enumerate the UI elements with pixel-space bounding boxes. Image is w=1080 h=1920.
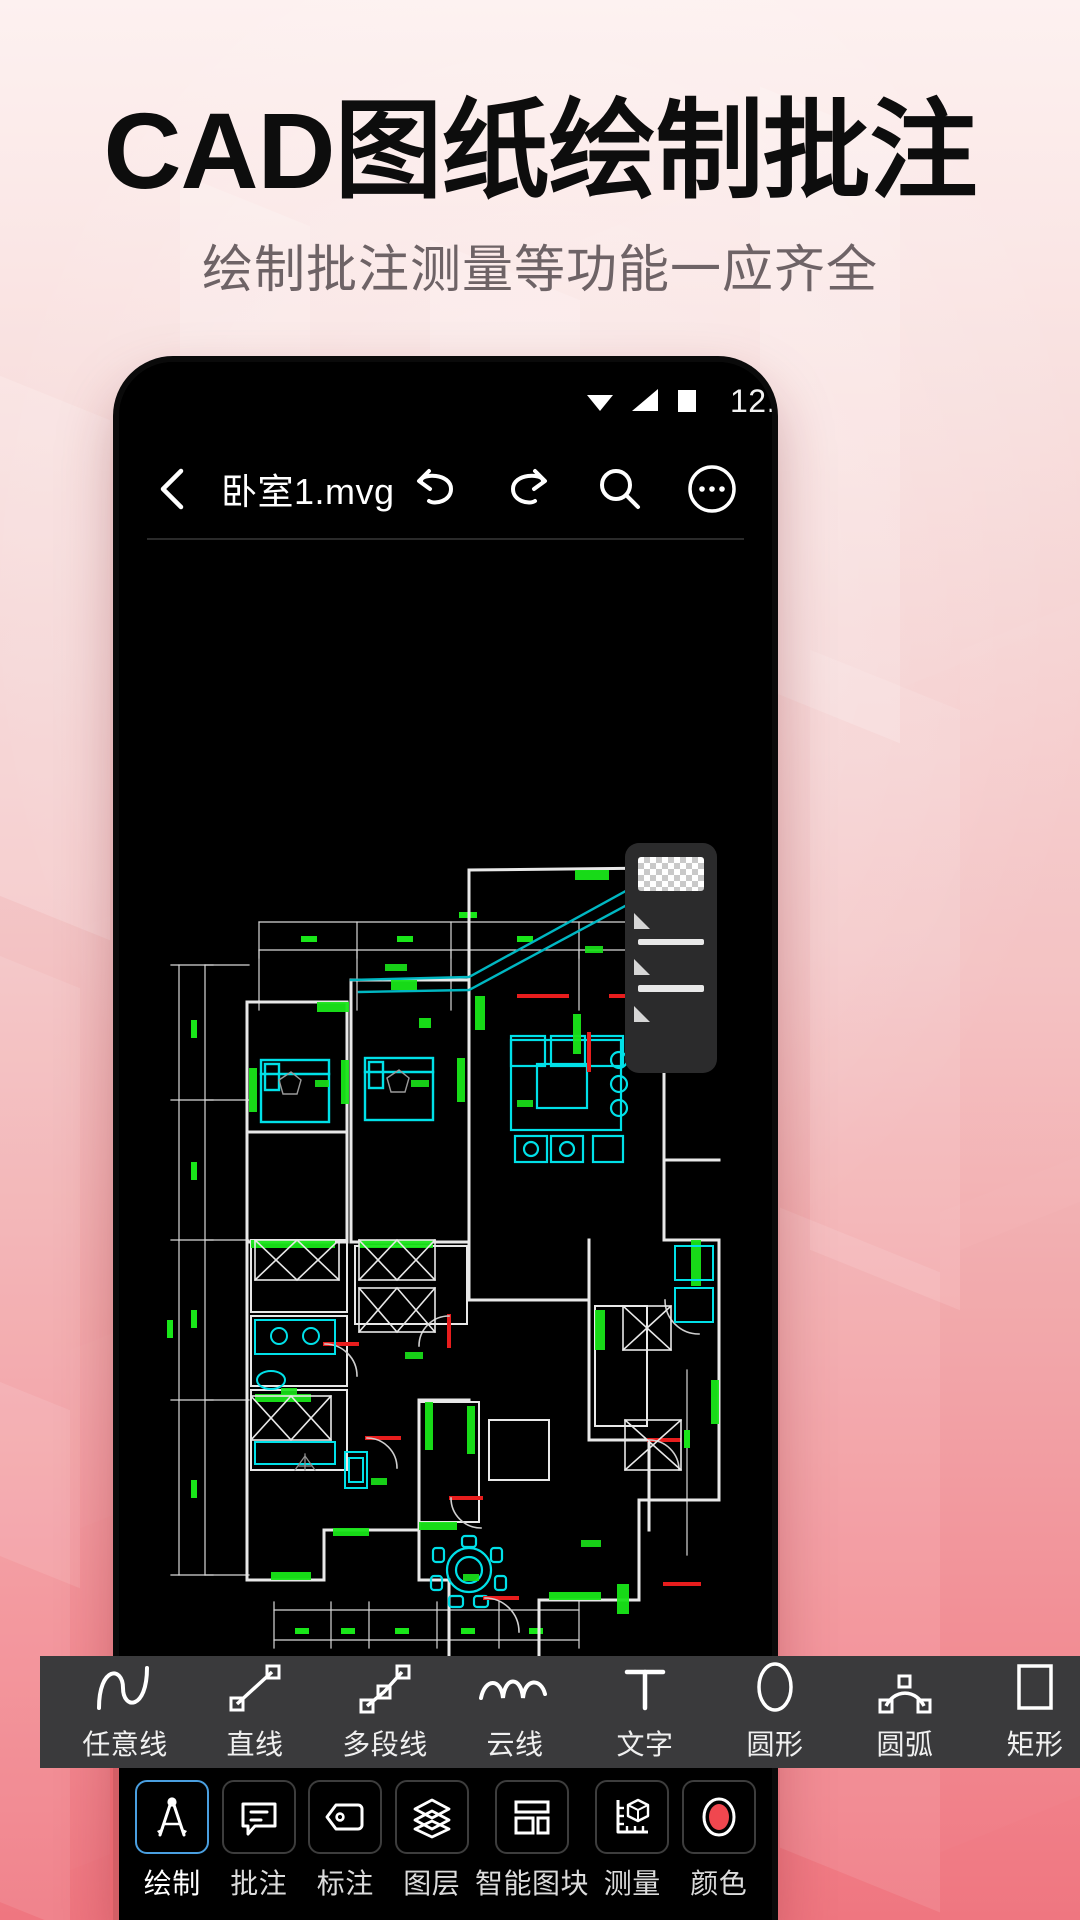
redo-icon: [510, 469, 547, 505]
lineweight-marker-icon: [634, 913, 650, 929]
lineweight-marker-icon: [634, 1006, 650, 1022]
nav-label: 图层: [403, 1868, 461, 1899]
compass-icon: [157, 1797, 188, 1837]
tool-label: 矩形: [1006, 1728, 1064, 1760]
polyline-icon: [354, 1662, 416, 1714]
tool-label: 多段线: [342, 1728, 428, 1760]
headline-block: CAD图纸绘制批注 绘制批注测量等功能一应齐全: [0, 90, 1080, 299]
nav-item-annotation[interactable]: 批注: [216, 1780, 303, 1902]
tool-circle[interactable]: 圆形: [710, 1661, 840, 1763]
nav-label: 测量: [603, 1868, 661, 1899]
lineweight-option-medium[interactable]: [638, 985, 704, 992]
app-bar: 卧室1.mvg: [119, 440, 772, 538]
nav-item-dimension[interactable]: 标注: [302, 1780, 389, 1902]
nav-item-layers[interactable]: 图层: [389, 1780, 476, 1902]
tool-label: 云线: [486, 1728, 544, 1760]
tool-label: 圆形: [746, 1728, 804, 1760]
text-icon: [617, 1662, 673, 1714]
measure-icon: [616, 1798, 650, 1834]
back-button[interactable]: [147, 463, 199, 515]
file-name-label: 卧室1.mvg: [221, 471, 395, 512]
comment-icon: [241, 1802, 277, 1836]
tool-text[interactable]: 文字: [580, 1662, 710, 1763]
nav-item-color[interactable]: 颜色: [676, 1780, 763, 1902]
nav-label: 颜色: [690, 1868, 748, 1899]
circle-icon: [749, 1661, 801, 1714]
freehand-line-icon: [89, 1662, 161, 1714]
battery-icon: [678, 390, 696, 412]
chevron-left-icon: [160, 468, 184, 510]
cad-canvas[interactable]: [119, 540, 772, 1720]
tag-icon: [325, 1803, 364, 1831]
signal-icon: [632, 389, 658, 411]
tool-label: 直线: [226, 1728, 284, 1760]
tool-freehand-line[interactable]: 任意线: [60, 1662, 190, 1763]
tool-straight-line[interactable]: 直线: [190, 1662, 320, 1763]
cad-drawing: [167, 866, 721, 1670]
nav-label: 批注: [230, 1868, 288, 1899]
nav-label: 智能图块: [475, 1868, 590, 1899]
layers-icon: [413, 1798, 451, 1839]
undo-icon: [417, 469, 454, 505]
lineweight-marker-icon: [634, 959, 650, 975]
arc-icon: [874, 1662, 936, 1714]
lineweight-option-thin[interactable]: [638, 939, 704, 945]
tool-polyline[interactable]: 多段线: [320, 1662, 450, 1763]
tool-rectangle[interactable]: 矩形: [970, 1662, 1080, 1763]
tool-label: 任意线: [82, 1728, 168, 1760]
tool-label: 圆弧: [876, 1728, 934, 1760]
page-subtitle: 绘制批注测量等功能一应齐全: [201, 241, 878, 299]
status-bar: 12:: [119, 362, 772, 440]
page-title: CAD图纸绘制批注: [103, 90, 978, 211]
draw-tools-strip: 任意线 直线 多段线 云线 文字 圆形 圆弧 矩形: [40, 1656, 1080, 1768]
nav-label: 标注: [316, 1868, 374, 1899]
more-horizontal-icon: [688, 465, 736, 513]
undo-button[interactable]: [410, 463, 462, 515]
nav-item-measure[interactable]: 测量: [589, 1780, 676, 1902]
lineweight-panel[interactable]: [625, 843, 717, 1073]
nav-label: 绘制: [143, 1868, 201, 1899]
redo-button[interactable]: [502, 463, 554, 515]
revision-cloud-icon: [475, 1662, 555, 1714]
search-button[interactable]: [594, 463, 646, 515]
smart-block-icon: [514, 1800, 550, 1835]
more-button[interactable]: [686, 463, 738, 515]
download-triangle-icon: [587, 395, 613, 411]
search-icon: [600, 469, 640, 509]
rectangle-icon: [1009, 1662, 1061, 1714]
tool-revision-cloud[interactable]: 云线: [450, 1662, 580, 1763]
tool-label: 文字: [616, 1728, 674, 1760]
bottom-nav: 绘制 批注 标注 图层 智能图块 测量 颜色: [119, 1768, 772, 1920]
color-icon: [702, 1797, 736, 1837]
tool-arc[interactable]: 圆弧: [840, 1662, 970, 1763]
status-time: 12:: [730, 382, 772, 419]
nav-item-smart-block[interactable]: 智能图块: [475, 1780, 589, 1902]
straight-line-icon: [224, 1662, 286, 1714]
transparent-swatch[interactable]: [638, 857, 704, 891]
nav-item-draw[interactable]: 绘制: [129, 1780, 216, 1902]
